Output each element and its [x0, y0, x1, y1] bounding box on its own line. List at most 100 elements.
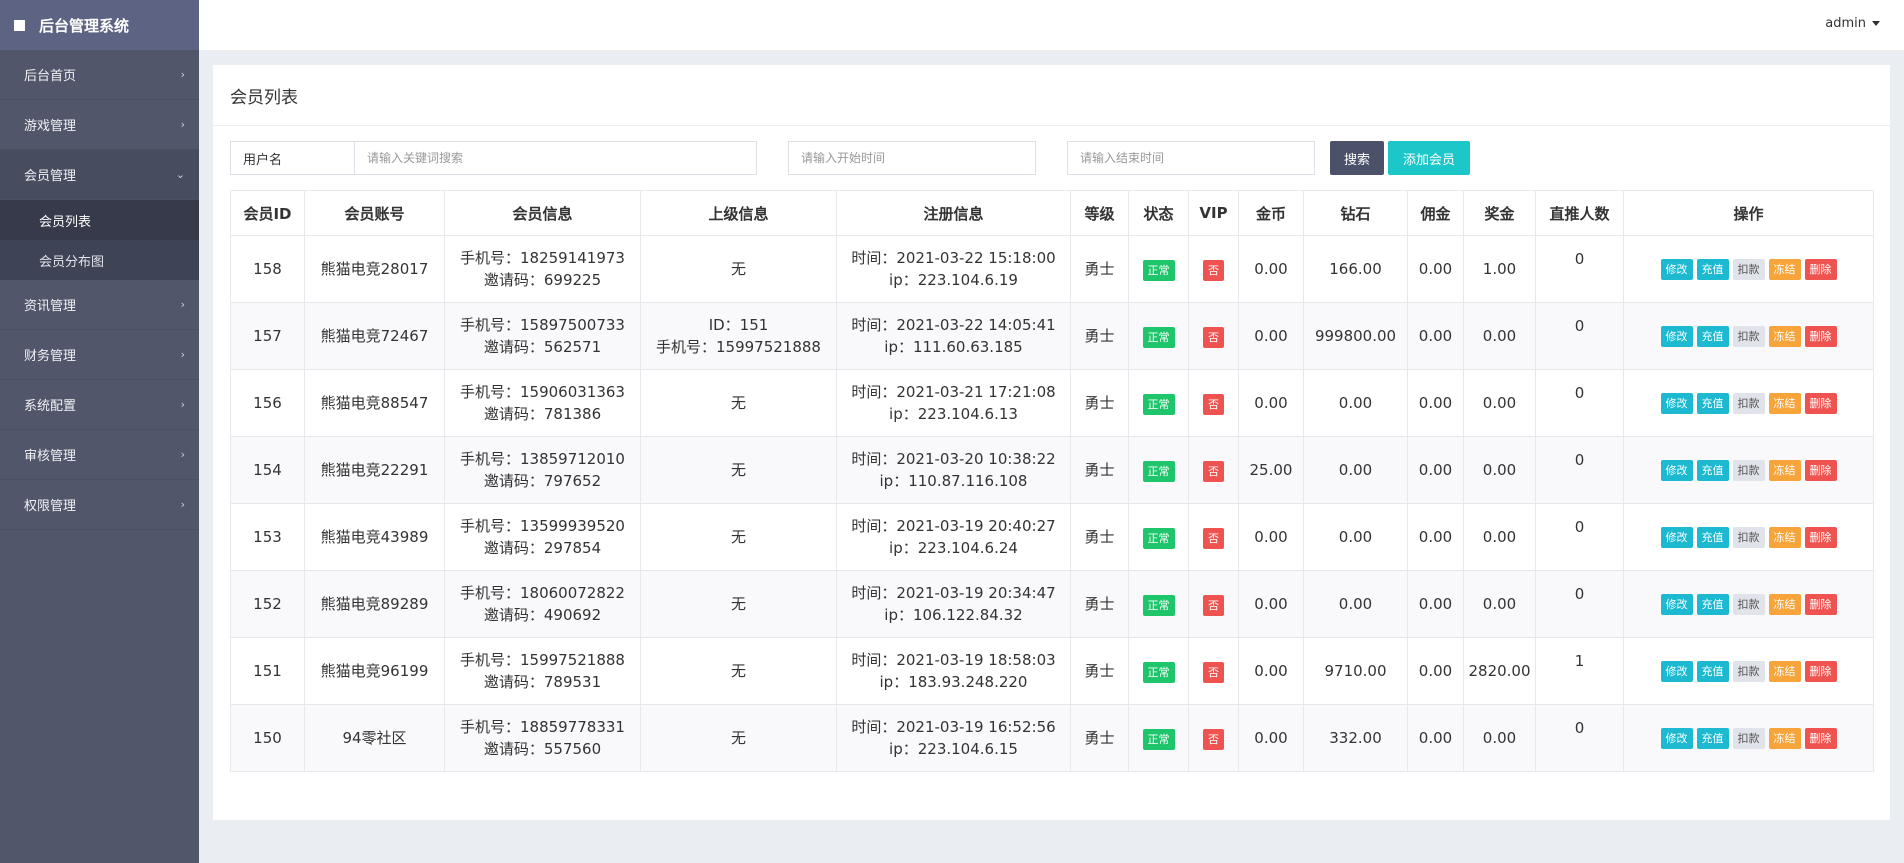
recharge-button[interactable]: 充值 [1696, 593, 1729, 615]
register-info: 时间：2021-03-19 20:34:47 ip：106.122.84.32 [836, 570, 1071, 638]
delete-button[interactable]: 删除 [1804, 325, 1837, 347]
member-info: 手机号：15997521888 邀请码：789531 [444, 637, 641, 705]
deduct-button[interactable]: 扣款 [1732, 526, 1765, 548]
sidebar-item-news[interactable]: 资讯管理 › [0, 280, 199, 330]
table-row: 150 94零社区 手机号：18859778331 邀请码：557560 无 时… [230, 704, 1874, 772]
delete-button[interactable]: 删除 [1804, 593, 1837, 615]
delete-button[interactable]: 删除 [1804, 392, 1837, 414]
deduct-button[interactable]: 扣款 [1732, 325, 1765, 347]
commission-value: 0.00 [1407, 637, 1464, 705]
vip-badge: 否 [1203, 728, 1224, 750]
sidebar-item-members[interactable]: 会员管理 ⌄ [0, 150, 199, 200]
member-id: 156 [230, 369, 305, 437]
freeze-button[interactable]: 冻结 [1768, 593, 1801, 615]
commission-value: 0.00 [1407, 570, 1464, 638]
chevron-down-icon: ⌄ [175, 168, 185, 181]
deduct-button[interactable]: 扣款 [1732, 660, 1765, 682]
delete-button[interactable]: 删除 [1804, 526, 1837, 548]
sidebar-item-label: 后台首页 [24, 69, 77, 84]
freeze-button[interactable]: 冻结 [1768, 459, 1801, 481]
commission-value: 0.00 [1407, 704, 1464, 772]
actions-cell: 修改 充值 扣款 冻结 删除 [1623, 436, 1874, 504]
edit-button[interactable]: 修改 [1660, 325, 1693, 347]
member-phone: 手机号：15897500733 [460, 316, 625, 334]
freeze-button[interactable]: 冻结 [1768, 526, 1801, 548]
recharge-button[interactable]: 充值 [1696, 459, 1729, 481]
member-level: 勇士 [1070, 302, 1129, 370]
edit-button[interactable]: 修改 [1660, 660, 1693, 682]
delete-button[interactable]: 删除 [1804, 459, 1837, 481]
diamond-value: 999800.00 [1303, 302, 1408, 370]
register-time: 时间：2021-03-22 14:05:41 [851, 316, 1056, 334]
delete-button[interactable]: 删除 [1804, 727, 1837, 749]
register-ip: ip：223.104.6.15 [889, 740, 1018, 758]
delete-button[interactable]: 删除 [1804, 258, 1837, 280]
chevron-right-icon: › [180, 398, 185, 411]
recharge-button[interactable]: 充值 [1696, 258, 1729, 280]
parent-line-1: 无 [730, 394, 746, 412]
end-time-input[interactable] [1067, 141, 1315, 175]
sidebar-item-system[interactable]: 系统配置 › [0, 380, 199, 430]
freeze-button[interactable]: 冻结 [1768, 258, 1801, 280]
sidebar-item-label: 财务管理 [24, 349, 77, 364]
recharge-button[interactable]: 充值 [1696, 660, 1729, 682]
user-menu[interactable]: admin [1825, 16, 1880, 31]
edit-button[interactable]: 修改 [1660, 392, 1693, 414]
member-id: 154 [230, 436, 305, 504]
bonus-value: 0.00 [1463, 302, 1536, 370]
member-info: 手机号：18060072822 邀请码：490692 [444, 570, 641, 638]
direct-count: 0 [1535, 235, 1624, 303]
chevron-right-icon: › [180, 448, 185, 461]
deduct-button[interactable]: 扣款 [1732, 727, 1765, 749]
keyword-input[interactable] [354, 141, 757, 175]
column-header: 会员信息 [444, 190, 641, 236]
bonus-value: 0.00 [1463, 369, 1536, 437]
sidebar-subitem-member-list[interactable]: 会员列表 [0, 200, 199, 240]
recharge-button[interactable]: 充值 [1696, 325, 1729, 347]
bonus-value: 0.00 [1463, 436, 1536, 504]
delete-button[interactable]: 删除 [1804, 660, 1837, 682]
member-invite-code: 邀请码：490692 [483, 606, 602, 624]
member-account: 94零社区 [304, 704, 445, 772]
member-level: 勇士 [1070, 503, 1129, 571]
content-panel: 会员列表 用户名 搜索 添加会员 会员ID 会员账号 会员信息 上级信息 注册信… [213, 65, 1890, 820]
sidebar-subitem-member-distribution[interactable]: 会员分布图 [0, 240, 199, 280]
gold-value: 0.00 [1238, 369, 1304, 437]
bonus-value: 2820.00 [1463, 637, 1536, 705]
recharge-button[interactable]: 充值 [1696, 526, 1729, 548]
gold-value: 0.00 [1238, 302, 1304, 370]
freeze-button[interactable]: 冻结 [1768, 392, 1801, 414]
sidebar-item-permissions[interactable]: 权限管理 › [0, 480, 199, 530]
user-name: admin [1825, 16, 1866, 31]
actions-cell: 修改 充值 扣款 冻结 删除 [1623, 637, 1874, 705]
deduct-button[interactable]: 扣款 [1732, 459, 1765, 481]
edit-button[interactable]: 修改 [1660, 727, 1693, 749]
sidebar-item-games[interactable]: 游戏管理 › [0, 100, 199, 150]
search-button[interactable]: 搜索 [1330, 141, 1384, 175]
sidebar-item-finance[interactable]: 财务管理 › [0, 330, 199, 380]
recharge-button[interactable]: 充值 [1696, 727, 1729, 749]
recharge-button[interactable]: 充值 [1696, 392, 1729, 414]
start-time-input[interactable] [788, 141, 1036, 175]
sidebar-item-audit[interactable]: 审核管理 › [0, 430, 199, 480]
status-badge: 正常 [1142, 326, 1175, 348]
sidebar-item-home[interactable]: 后台首页 › [0, 50, 199, 100]
deduct-button[interactable]: 扣款 [1732, 593, 1765, 615]
deduct-button[interactable]: 扣款 [1732, 258, 1765, 280]
status-badge: 正常 [1142, 527, 1175, 549]
parent-line-2: 手机号：15997521888 [656, 338, 821, 356]
status-cell: 正常 [1128, 302, 1189, 370]
gold-value: 0.00 [1238, 704, 1304, 772]
freeze-button[interactable]: 冻结 [1768, 660, 1801, 682]
freeze-button[interactable]: 冻结 [1768, 325, 1801, 347]
edit-button[interactable]: 修改 [1660, 593, 1693, 615]
edit-button[interactable]: 修改 [1660, 526, 1693, 548]
freeze-button[interactable]: 冻结 [1768, 727, 1801, 749]
table-row: 157 熊猫电竞72467 手机号：15897500733 邀请码：562571… [230, 302, 1874, 370]
edit-button[interactable]: 修改 [1660, 459, 1693, 481]
deduct-button[interactable]: 扣款 [1732, 392, 1765, 414]
edit-button[interactable]: 修改 [1660, 258, 1693, 280]
add-member-button[interactable]: 添加会员 [1388, 141, 1470, 175]
vip-cell: 否 [1188, 704, 1239, 772]
table-row: 153 熊猫电竞43989 手机号：13599939520 邀请码：297854… [230, 503, 1874, 571]
